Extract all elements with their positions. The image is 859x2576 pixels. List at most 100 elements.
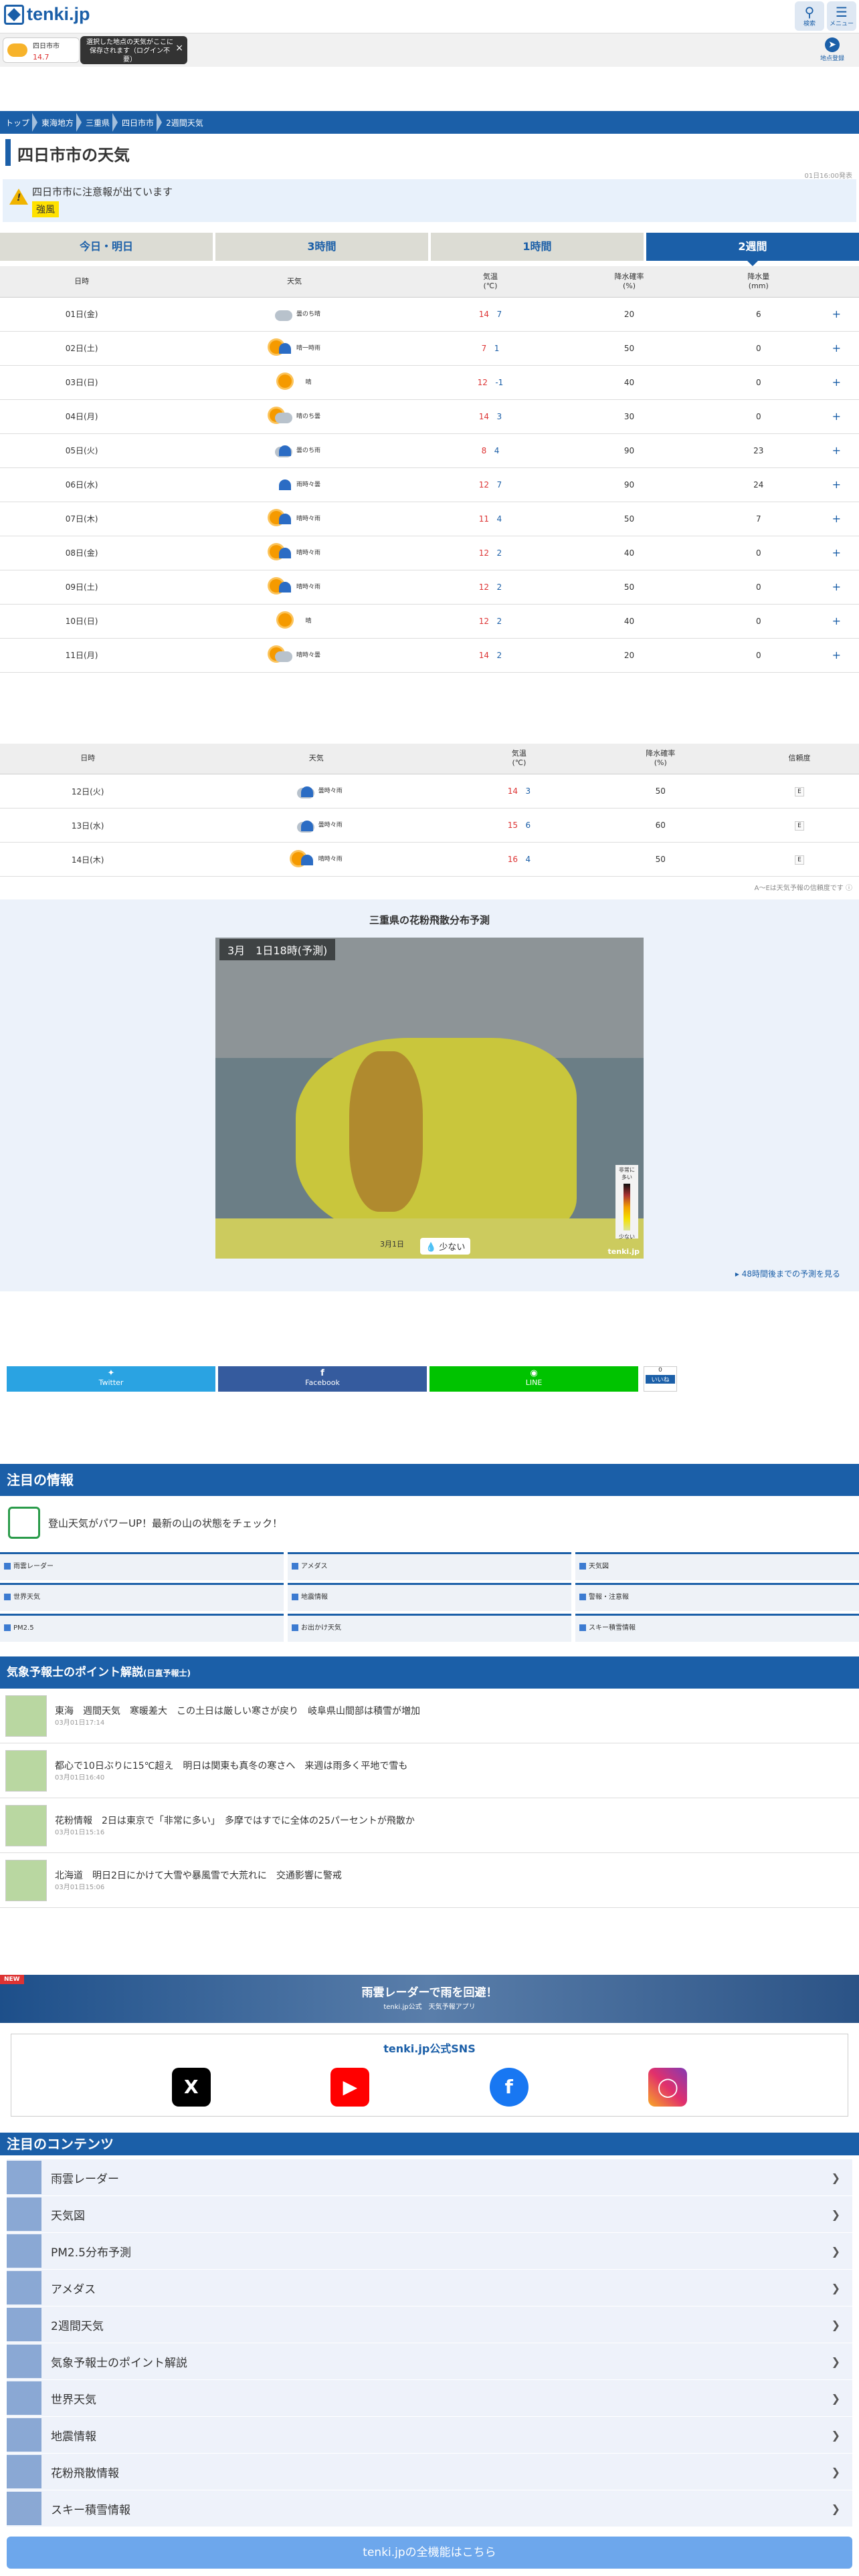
link-leisure[interactable]: お出かけ天気 — [288, 1614, 571, 1642]
tab-3-hour[interactable]: 3時間 — [215, 233, 428, 261]
rain-cell: 6 — [702, 297, 814, 332]
content-link[interactable]: スキー積雪情報 ❯ — [7, 2490, 852, 2527]
plus-icon: + — [832, 444, 842, 457]
content-link[interactable]: 世界天気 ❯ — [7, 2380, 852, 2417]
expand-button[interactable]: + — [814, 331, 859, 366]
link-warnings[interactable]: 警報・注意報 — [575, 1583, 859, 1611]
temp-cell: 12 -1 — [425, 365, 556, 400]
point-article[interactable]: 都心で10日ぶりに15℃超え 明日は関東も真冬の寒さへ 来週は雨多く平地で雪も 0… — [0, 1743, 859, 1798]
point-article[interactable]: 東海 週間天気 寒暖差大 この土日は厳しい寒さが戻り 岐阜県山間部は積雪が増加 0… — [0, 1689, 859, 1743]
tab-2-week[interactable]: 2週間 — [646, 233, 859, 266]
saved-location[interactable]: 四日市市 14.7 — [3, 37, 80, 63]
expand-button[interactable]: + — [814, 638, 859, 673]
all-features-button[interactable]: tenki.jpの全機能はこちら — [7, 2537, 852, 2569]
pollen-map[interactable]: 3月 1日18時(予測) 非常に多い 少ない 3月1日 💧 少ない tenki.j… — [215, 938, 644, 1259]
plus-icon: + — [832, 376, 842, 389]
x-icon[interactable]: X — [171, 2068, 211, 2107]
expand-button[interactable]: + — [814, 502, 859, 536]
expand-button[interactable]: + — [814, 297, 859, 332]
search-button[interactable]: ⚲ 検索 — [795, 1, 824, 31]
warning-box[interactable]: 四日市市に注意報が出ています 強風 — [3, 179, 856, 222]
facebook-share-button[interactable]: f Facebook — [218, 1366, 427, 1392]
temp-cell: 14 7 — [425, 297, 556, 332]
search-icon: ⚲ — [804, 4, 815, 20]
content-link[interactable]: 地震情報 ❯ — [7, 2417, 852, 2454]
app-banner[interactable]: NEW 雨雲レーダーで雨を回避！ tenki.jp公式 天気予報アプリ — [0, 1975, 859, 2023]
mountain-icon — [8, 1507, 40, 1539]
expand-button[interactable]: + — [814, 604, 859, 639]
breadcrumb-item[interactable]: 三重県 — [83, 112, 119, 132]
point-article[interactable]: 北海道 明日2日にかけて大雪や暴風雪で大荒れに 交通影響に警戒 03月01日15:… — [0, 1853, 859, 1908]
content-thumbnail — [7, 2345, 41, 2378]
content-link[interactable]: 花粉飛散情報 ❯ — [7, 2454, 852, 2490]
published-time: 01日16:00発表 — [804, 173, 852, 180]
content-link[interactable]: 気象予報士のポイント解説 ❯ — [7, 2343, 852, 2380]
warning-icon — [579, 1594, 586, 1600]
content-link[interactable]: アメダス ❯ — [7, 2270, 852, 2306]
link-rain-radar[interactable]: 雨雲レーダー — [0, 1552, 284, 1580]
expand-button[interactable]: + — [814, 536, 859, 570]
plus-icon: + — [832, 615, 842, 627]
twitter-share-button[interactable]: ✦ Twitter — [7, 1366, 215, 1392]
forecast-row: 13日(水) 曇時々雨 15 6 60 E — [0, 808, 859, 843]
point-article[interactable]: 花粉情報 2日は東京で「非常に多い」 多摩ではすでに全体の25パーセントが飛散か… — [0, 1798, 859, 1853]
forecast-row: 04日(月) 晴のち曇 14 3 30 0 + — [0, 399, 859, 434]
plus-icon: + — [832, 649, 842, 661]
pop-cell: 90 — [555, 467, 703, 502]
chevron-right-icon: ❯ — [831, 2465, 840, 2478]
reliability-note[interactable]: A〜Eは天気予報の信頼度です ⓘ — [0, 877, 859, 899]
expand-button[interactable]: + — [814, 570, 859, 605]
content-link[interactable]: PM2.5分布予測 ❯ — [7, 2233, 852, 2270]
pop-cell: 20 — [555, 297, 703, 332]
breadcrumb-item[interactable]: 四日市市 — [119, 112, 163, 132]
breadcrumb-item[interactable]: トップ — [3, 112, 39, 132]
ski-icon — [579, 1624, 586, 1631]
link-weather-map[interactable]: 天気図 — [575, 1552, 859, 1580]
forecast-row: 07日(木) 晴時々雨 11 4 50 7 + — [0, 502, 859, 536]
menu-button[interactable]: ☰ メニュー — [827, 1, 856, 31]
close-icon[interactable]: × — [175, 43, 183, 53]
link-world-weather[interactable]: 世界天気 — [0, 1583, 284, 1611]
expand-button[interactable]: + — [814, 399, 859, 434]
col-weather: 天気 — [163, 266, 425, 298]
notice-item[interactable]: 登山天気がパワーUP！最新の山の状態をチェック！ — [0, 1496, 859, 1549]
rain-cell: 23 — [702, 433, 814, 468]
col-weather: 天気 — [175, 743, 458, 774]
forecast-row: 12日(火) 曇時々雨 14 3 50 E — [0, 774, 859, 809]
chevron-right-icon: ❯ — [831, 2428, 840, 2442]
line-share-button[interactable]: ◉ LINE — [430, 1366, 638, 1392]
link-pm25[interactable]: PM2.5 — [0, 1614, 284, 1642]
warning-badge: 強風 — [32, 201, 59, 217]
expand-button[interactable]: + — [814, 365, 859, 400]
map-watermark: tenki.jp — [607, 1247, 640, 1256]
weather-cell: 晴時々雨 — [163, 502, 425, 536]
temp-cell: 11 4 — [425, 502, 556, 536]
site-logo[interactable]: tenki.jp — [4, 4, 90, 25]
link-earthquake[interactable]: 地震情報 — [288, 1583, 571, 1611]
facebook-icon[interactable]: f — [489, 2068, 529, 2107]
youtube-icon[interactable]: ▶ — [330, 2068, 370, 2107]
article-thumbnail — [5, 1804, 47, 1846]
content-link[interactable]: 2週間天気 ❯ — [7, 2306, 852, 2343]
like-button[interactable]: 0 いいね — [644, 1366, 677, 1392]
content-link[interactable]: 雨雲レーダー ❯ — [7, 2159, 852, 2196]
breadcrumb-item[interactable]: 東海地方 — [39, 112, 83, 132]
reliability-cell: E — [739, 842, 859, 877]
rain-cell: 0 — [702, 638, 814, 673]
sun-rain-icon — [290, 851, 314, 867]
content-link[interactable]: 天気図 ❯ — [7, 2196, 852, 2233]
more-forecast-link[interactable]: ▸ 48時間後までの予測を見る — [19, 1268, 840, 1279]
tab-1-hour[interactable]: 1時間 — [431, 233, 644, 261]
expand-button[interactable]: + — [814, 467, 859, 502]
register-location-button[interactable]: ➤ 地点登録 — [820, 37, 844, 62]
expand-button[interactable]: + — [814, 433, 859, 468]
rain-cell: 24 — [702, 467, 814, 502]
link-ski[interactable]: スキー積雪情報 — [575, 1614, 859, 1642]
temp-cell: 12 2 — [425, 604, 556, 639]
reliability-cell: E — [739, 774, 859, 809]
weather-cell: 曇のち晴 — [163, 297, 425, 332]
forecast-row: 01日(金) 曇のち晴 14 7 20 6 + — [0, 297, 859, 332]
tab-today-tomorrow[interactable]: 今日・明日 — [0, 233, 213, 261]
link-amedas[interactable]: アメダス — [288, 1552, 571, 1580]
instagram-icon[interactable]: ◯ — [648, 2068, 688, 2107]
